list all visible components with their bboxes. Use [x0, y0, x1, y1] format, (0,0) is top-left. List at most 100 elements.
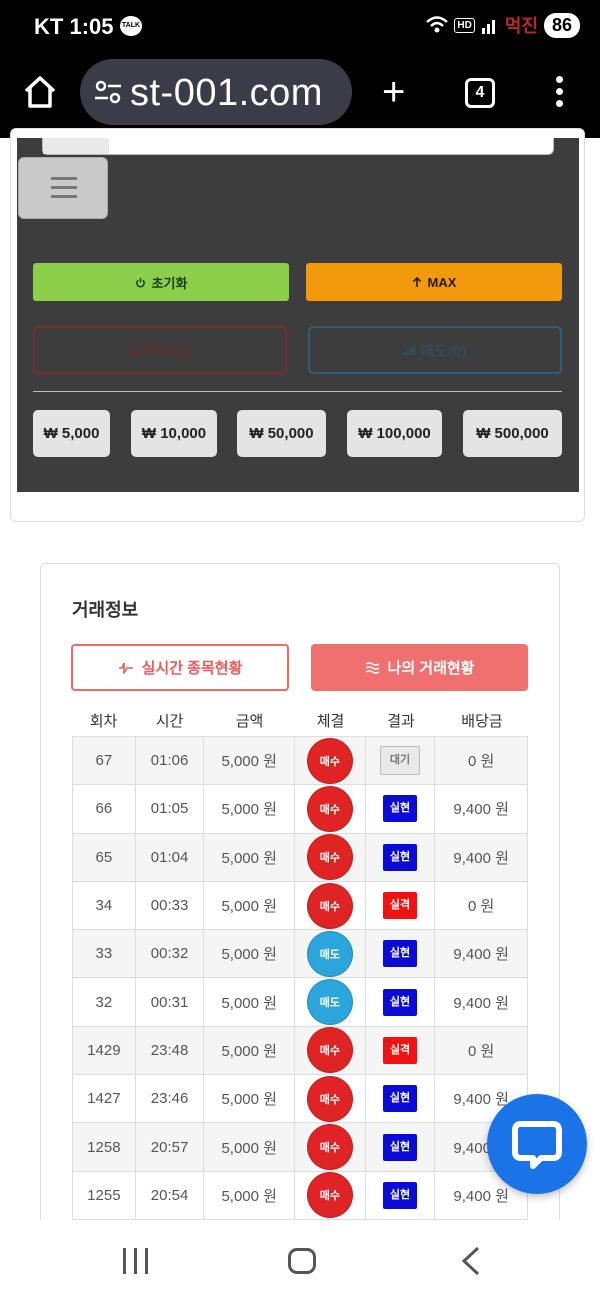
status-carrier-time: KT 1:05: [34, 14, 114, 40]
power-icon: [135, 277, 145, 287]
max-label: MAX: [427, 274, 457, 290]
amount-input[interactable]: [42, 138, 554, 155]
status-right: HD 먹진 86: [426, 12, 580, 38]
cell-result: 실격: [366, 1026, 436, 1075]
browser-toolbar: st-001.com + 4: [0, 56, 600, 136]
cell-time: 23:46: [136, 1075, 205, 1123]
status-bar: KT 1:05 TALK HD 먹진 86: [0, 0, 600, 52]
cell-result: 실현: [366, 1123, 436, 1171]
table-row: 32 00:31 5,000 원 매도 실현 9,400 원: [73, 978, 527, 1027]
cell-round: 1258: [73, 1123, 136, 1171]
recent-apps-icon[interactable]: [121, 1248, 151, 1274]
reset-label: 초기화: [151, 275, 188, 291]
result-badge: 실현: [382, 1133, 418, 1161]
clock: 1:05: [69, 14, 114, 39]
cell-payout: 9,400 원: [453, 994, 509, 1012]
execution-badge: 매수: [306, 882, 353, 929]
signal-bars-icon: [403, 345, 415, 355]
cell-payout: 0 원: [468, 1042, 495, 1060]
panel-divider: [33, 391, 562, 392]
cell-execution: 매수: [295, 1171, 366, 1219]
tab-live-status[interactable]: 실시간 종목현황: [71, 644, 289, 691]
cell-round: 1255: [73, 1171, 136, 1219]
site-settings-icon[interactable]: [94, 79, 122, 105]
tab-switcher-button[interactable]: 4: [465, 78, 495, 108]
cell-time: 01:04: [136, 833, 205, 881]
amount-button-10000[interactable]: ₩ 10,000: [131, 410, 217, 457]
table-row: 1255 20:54 5,000 원 매수 실현 9,400 원: [73, 1171, 527, 1220]
cell-execution: 매수: [295, 1075, 366, 1123]
cell-amount: 5,000 원: [204, 978, 296, 1026]
cell-round: 66: [73, 785, 136, 833]
cell-execution: 매수: [295, 1123, 366, 1171]
hd-voice-icon: HD: [454, 17, 475, 33]
amount-button-5000[interactable]: ₩ 5,000: [33, 410, 110, 457]
sell-button[interactable]: 매도(0): [308, 326, 562, 374]
kakaotalk-icon: TALK: [120, 16, 142, 36]
col-round: 회차: [89, 713, 118, 730]
table-row: 67 01:06 5,000 원 매수 대기 0 원: [73, 737, 527, 786]
execution-badge: 매수: [306, 834, 353, 881]
cell-amount: 5,000 원: [204, 833, 296, 881]
tab-my-trades[interactable]: 나의 거래현황: [311, 644, 528, 691]
cell-result: 실현: [366, 785, 436, 833]
cell-round: 34: [73, 881, 136, 930]
hamburger-menu-button[interactable]: [18, 157, 108, 219]
url-text: st-001.com: [130, 72, 323, 114]
result-badge: 실현: [382, 1085, 418, 1113]
signal-icon: [481, 20, 495, 34]
tab-mine-label: 나의 거래현황: [387, 660, 475, 677]
execution-badge: 매수: [306, 785, 353, 832]
system-nav-bar: [0, 1220, 600, 1300]
cell-time: 00:31: [136, 978, 205, 1026]
cell-time: 01:05: [136, 785, 205, 833]
cell-result: 대기: [366, 737, 436, 785]
cell-result: 실현: [366, 1075, 436, 1123]
back-icon[interactable]: [458, 1246, 484, 1276]
table-row: 33 00:32 5,000 원 매도 실현 9,400 원: [73, 930, 527, 979]
table-row: 1258 20:57 5,000 원 매수 실현 9,400 원: [73, 1123, 527, 1172]
new-tab-icon[interactable]: +: [382, 72, 405, 112]
table-row: 66 01:05 5,000 원 매수 실현 9,400 원: [73, 785, 527, 834]
cell-payout: 9,400 원: [453, 801, 509, 819]
cell-time: 23:48: [136, 1026, 205, 1075]
cell-payout: 0 원: [468, 753, 495, 771]
watermark-logo: 먹진: [504, 16, 538, 36]
chat-button[interactable]: [487, 1094, 587, 1194]
result-badge: 실격: [382, 1036, 418, 1064]
cell-amount: 5,000 원: [204, 1123, 296, 1171]
cell-payout: 0 원: [468, 898, 495, 916]
chat-bubble-icon: [512, 1121, 562, 1169]
cell-execution: 매도: [295, 978, 366, 1026]
reset-button[interactable]: 초기화: [33, 263, 289, 301]
cell-execution: 매수: [295, 881, 366, 930]
amount-button-100000[interactable]: ₩ 100,000: [347, 410, 442, 457]
arrow-up-icon: [412, 276, 421, 287]
cell-result: 실격: [366, 881, 436, 930]
cell-round: 1429: [73, 1026, 136, 1075]
more-menu-icon[interactable]: [552, 76, 566, 112]
cell-time: 20:57: [136, 1123, 205, 1171]
trade-table-header: 회차 시간 금액 체결 결과 배당금: [72, 708, 528, 736]
address-bar[interactable]: st-001.com: [80, 59, 352, 125]
table-row: 1429 23:48 5,000 원 매수 실격 0 원: [73, 1026, 527, 1076]
col-execution: 체결: [316, 713, 345, 730]
max-button[interactable]: MAX: [306, 263, 562, 301]
sell-label: 매도(0): [420, 342, 467, 360]
cell-round: 65: [73, 833, 136, 881]
col-amount: 금액: [235, 713, 264, 730]
trade-table-body: 67 01:06 5,000 원 매수 대기 0 원 66 01:05 5,000 원 매수 실현 9…: [72, 736, 528, 1220]
result-badge: 실현: [382, 940, 418, 968]
cell-result: 실현: [366, 978, 436, 1026]
cell-amount: 5,000 원: [204, 881, 296, 930]
amount-button-50000[interactable]: ₩ 50,000: [237, 410, 326, 457]
buy-button[interactable]: 매수(0): [33, 326, 287, 374]
col-result: 결과: [387, 713, 415, 730]
cell-execution: 매수: [295, 833, 366, 881]
amount-button-500000[interactable]: ₩ 500,000: [463, 410, 562, 457]
execution-badge: 매수: [306, 1172, 353, 1219]
home-nav-icon[interactable]: [288, 1248, 316, 1274]
cell-execution: 매도: [295, 930, 366, 978]
result-badge: 실현: [382, 843, 418, 871]
home-icon[interactable]: [22, 74, 58, 110]
